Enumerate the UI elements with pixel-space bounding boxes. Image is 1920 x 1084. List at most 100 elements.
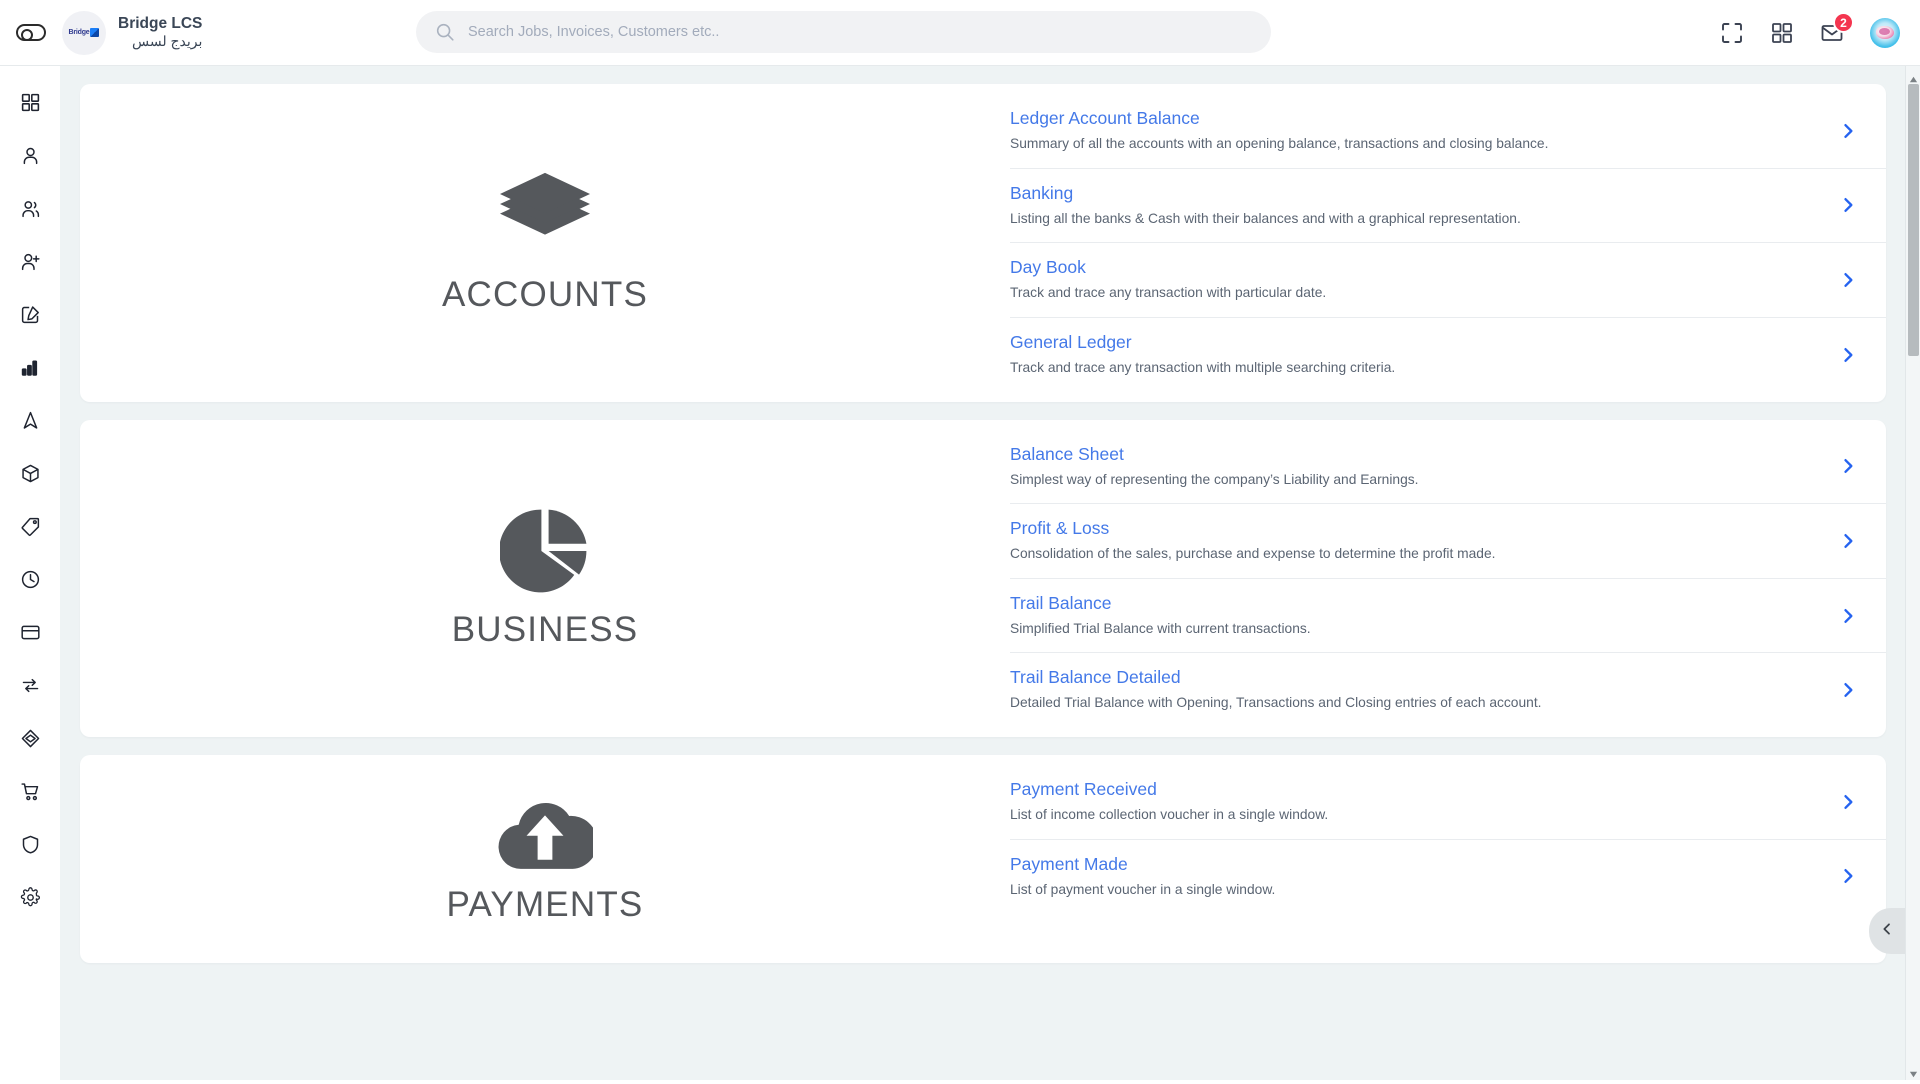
sidebar-item-transactions[interactable]	[0, 661, 60, 714]
shield-icon	[20, 834, 41, 860]
chevron-right-icon[interactable]	[1832, 456, 1858, 476]
report-link-description: Summary of all the accounts with an open…	[1010, 136, 1549, 151]
section-header: BUSINESS	[80, 420, 1010, 738]
report-link-title[interactable]: Trail Balance	[1010, 593, 1832, 614]
bar-chart-icon	[20, 357, 41, 383]
cloud-upload-icon	[497, 793, 593, 871]
report-link-row[interactable]: General Ledger Track and trace any transa…	[1010, 318, 1886, 392]
cart-icon	[20, 781, 41, 807]
vertical-scrollbar[interactable]	[1905, 66, 1920, 1080]
chevron-right-icon[interactable]	[1832, 345, 1858, 365]
report-section-card: PAYMENTS Payment Received List of income c…	[80, 755, 1886, 963]
section-link-list: Payment Received List of income collectio…	[1010, 755, 1886, 963]
report-link-text: Ledger Account Balance Summary of all the…	[1010, 108, 1832, 154]
report-link-row[interactable]: Trail Balance Detailed Detailed Trial Bal…	[1010, 653, 1886, 727]
report-link-row[interactable]: Day Book Track and trace any transaction …	[1010, 243, 1886, 318]
scroll-up-arrow-icon[interactable]	[1909, 71, 1918, 83]
report-link-description: Track and trace any transaction with mul…	[1010, 359, 1396, 375]
report-link-row[interactable]: Balance Sheet Simplest way of representin…	[1010, 430, 1886, 505]
sidebar-item-security[interactable]	[0, 820, 60, 873]
report-link-row[interactable]: Profit & Loss Consolidation of the sales,…	[1010, 504, 1886, 579]
chevron-right-icon[interactable]	[1832, 792, 1858, 812]
sidebar-item-reports[interactable]	[0, 343, 60, 396]
section-link-list: Ledger Account Balance Summary of all the…	[1010, 84, 1886, 402]
report-link-text: General Ledger Track and trace any transa…	[1010, 332, 1832, 378]
sidebar-toggle-button[interactable]	[0, 24, 62, 41]
report-link-title[interactable]: Ledger Account Balance	[1010, 108, 1832, 129]
report-link-title[interactable]: Trail Balance Detailed	[1010, 667, 1832, 688]
card-icon	[20, 622, 41, 648]
report-section-card: BUSINESS Balance Sheet Simplest way of rep…	[80, 419, 1886, 738]
sidebar-toggle-icon[interactable]	[16, 24, 46, 41]
report-link-title[interactable]: Banking	[1010, 183, 1832, 204]
chevron-right-icon[interactable]	[1832, 121, 1858, 141]
top-header-bar: Bridge Bridge LCS بريدج لسس Search Jobs,…	[0, 0, 1920, 66]
report-link-description: Simplest way of representing the company…	[1010, 471, 1419, 487]
dashboard-grid-icon	[20, 92, 41, 118]
fullscreen-icon[interactable]	[1720, 21, 1744, 45]
report-link-title[interactable]: Profit & Loss	[1010, 518, 1832, 539]
search-input[interactable]	[468, 24, 1253, 40]
sidebar-item-purchases[interactable]	[0, 767, 60, 820]
report-link-title[interactable]: Balance Sheet	[1010, 444, 1832, 465]
main-content-area: ACCOUNTS Ledger Account Balance Summary of…	[60, 66, 1920, 1080]
mail-icon[interactable]: 2	[1820, 12, 1854, 45]
chevron-right-icon[interactable]	[1832, 866, 1858, 886]
section-header: PAYMENTS	[80, 755, 1010, 963]
avatar[interactable]	[1870, 18, 1900, 48]
scroll-down-arrow-icon[interactable]	[1909, 1066, 1918, 1078]
report-link-row[interactable]: Payment Received List of income collectio…	[1010, 765, 1886, 840]
sidebar-item-timesheet[interactable]	[0, 555, 60, 608]
sidebar-item-payments[interactable]	[0, 608, 60, 661]
section-title: PAYMENTS	[446, 885, 644, 924]
brand-logo-text: Bridge	[68, 29, 90, 36]
scrollbar-thumb[interactable]	[1908, 84, 1919, 356]
sidebar-item-pricing[interactable]	[0, 502, 60, 555]
report-link-title[interactable]: Payment Made	[1010, 854, 1832, 875]
report-link-row[interactable]: Trail Balance Simplified Trial Balance wi…	[1010, 579, 1886, 654]
report-link-row[interactable]: Banking Listing all the banks & Cash with…	[1010, 169, 1886, 244]
report-link-text: Banking Listing all the banks & Cash with…	[1010, 183, 1832, 229]
chevron-right-icon[interactable]	[1832, 606, 1858, 626]
sidebar-item-employees[interactable]	[0, 184, 60, 237]
sidebar-item-settings[interactable]	[0, 873, 60, 926]
report-link-row[interactable]: Payment Made List of payment voucher in a…	[1010, 840, 1886, 914]
chevron-right-icon[interactable]	[1832, 195, 1858, 215]
report-link-description: Detailed Trial Balance with Opening, Tra…	[1010, 695, 1542, 711]
mail-unread-badge: 2	[1833, 12, 1854, 33]
brand-logo-square	[90, 28, 100, 37]
chevron-right-icon[interactable]	[1832, 531, 1858, 551]
tag-icon	[20, 516, 41, 542]
brand[interactable]: Bridge Bridge LCS بريدج لسس	[62, 10, 202, 55]
left-sidebar-rail	[0, 66, 60, 1080]
sidebar-item-tracking[interactable]	[0, 396, 60, 449]
exchange-icon	[20, 675, 41, 701]
pie-chart-icon	[500, 506, 590, 596]
sidebar-item-inventory[interactable]	[0, 449, 60, 502]
report-link-title[interactable]: Payment Received	[1010, 779, 1832, 800]
navigation-icon	[20, 410, 41, 436]
report-link-description: List of income collection voucher in a s…	[1010, 807, 1329, 822]
user-icon	[20, 145, 41, 171]
chevron-right-icon[interactable]	[1832, 270, 1858, 290]
report-link-title[interactable]: Day Book	[1010, 257, 1832, 278]
global-search[interactable]	[416, 11, 1271, 53]
report-link-description: Consolidation of the sales, purchase and…	[1010, 546, 1496, 562]
section-header: ACCOUNTS	[80, 84, 1010, 402]
gear-icon	[20, 886, 41, 913]
sidebar-item-packages[interactable]	[0, 714, 60, 767]
report-link-row[interactable]: Ledger Account Balance Summary of all the…	[1010, 94, 1886, 169]
chevron-right-icon[interactable]	[1832, 680, 1858, 700]
apps-grid-icon[interactable]	[1770, 21, 1794, 45]
edit-square-icon	[20, 304, 41, 330]
search-icon	[434, 21, 456, 43]
section-title: ACCOUNTS	[442, 274, 648, 314]
sidebar-item-add-user[interactable]	[0, 237, 60, 290]
cube-3d-icon	[20, 728, 41, 754]
right-panel-toggle[interactable]	[1869, 908, 1905, 954]
sidebar-item-jobs[interactable]	[0, 290, 60, 343]
sidebar-item-dashboard[interactable]	[0, 78, 60, 131]
sidebar-item-customers[interactable]	[0, 131, 60, 184]
report-link-text: Profit & Loss Consolidation of the sales,…	[1010, 518, 1832, 564]
report-link-title[interactable]: General Ledger	[1010, 332, 1832, 353]
